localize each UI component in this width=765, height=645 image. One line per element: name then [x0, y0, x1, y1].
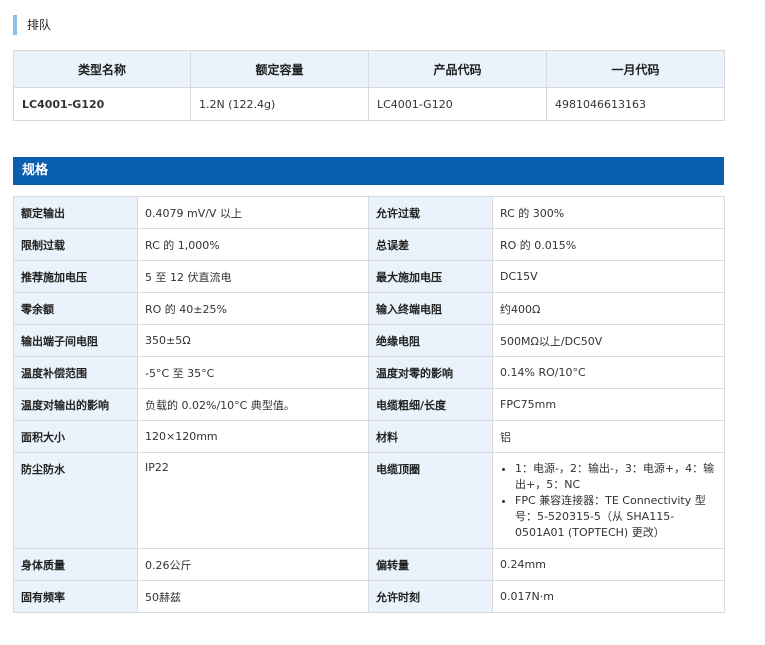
- spec-label: 电缆粗细/长度: [368, 388, 493, 421]
- spec-value: 负载的 0.02%/10°C 典型值。: [137, 388, 369, 421]
- spec-label: 温度对输出的影响: [13, 388, 138, 421]
- spec-value: 约400Ω: [492, 292, 725, 325]
- cable-wiring-list: 1：电源-，2：输出-，3：电源+，4：输出+，5：NC FPC 兼容连接器：T…: [500, 461, 717, 541]
- spec-label: 输出端子间电阻: [13, 324, 138, 357]
- spec-label: 最大施加电压: [368, 260, 493, 293]
- spec-value: 50赫兹: [137, 580, 369, 613]
- spec-label: 总误差: [368, 228, 493, 261]
- spec-value: DC15V: [492, 260, 725, 293]
- list-item: FPC 兼容连接器：TE Connectivity 型号：5-520315-5（…: [515, 493, 717, 541]
- spec-value: 0.4079 mV/V 以上: [137, 196, 369, 229]
- spec-label: 电缆顶圈: [368, 452, 493, 549]
- spec-row: 身体质量 0.26公斤 偏转量 0.24mm: [13, 548, 725, 581]
- spec-value: RC 的 1,000%: [137, 228, 369, 261]
- spec-value: 0.017N·m: [492, 580, 725, 613]
- spec-value: -5°C 至 35°C: [137, 356, 369, 389]
- spec-value: RC 的 300%: [492, 196, 725, 229]
- spec-value: 0.24mm: [492, 548, 725, 581]
- spec-value: 0.14% RO/10°C: [492, 356, 725, 389]
- col-header-rated-capacity: 额定容量: [190, 50, 369, 88]
- spec-label: 固有频率: [13, 580, 138, 613]
- spec-row: 限制过载 RC 的 1,000% 总误差 RO 的 0.015%: [13, 228, 725, 261]
- specs-header: 规格: [13, 157, 724, 185]
- spec-label: 零余额: [13, 292, 138, 325]
- spec-row: 防尘防水 IP22 电缆顶圈 1：电源-，2：输出-，3：电源+，4：输出+，5…: [13, 452, 725, 549]
- spec-label: 身体质量: [13, 548, 138, 581]
- spec-label: 允许时刻: [368, 580, 493, 613]
- spec-row: 固有频率 50赫兹 允许时刻 0.017N·m: [13, 580, 725, 613]
- specs-table: 额定输出 0.4079 mV/V 以上 允许过载 RC 的 300% 限制过载 …: [13, 196, 725, 613]
- cell-rated-capacity: 1.2N (122.4g): [190, 87, 369, 121]
- spec-value: IP22: [137, 452, 369, 549]
- spec-label: 额定输出: [13, 196, 138, 229]
- spec-value: RO 的 0.015%: [492, 228, 725, 261]
- cell-type-name: LC4001-G120: [13, 87, 191, 121]
- lineup-row: LC4001-G120 1.2N (122.4g) LC4001-G120 49…: [13, 87, 725, 121]
- spec-row: 零余额 RO 的 40±25% 输入终端电阻 约400Ω: [13, 292, 725, 325]
- spec-label: 输入终端电阻: [368, 292, 493, 325]
- spec-value: 5 至 12 伏直流电: [137, 260, 369, 293]
- lineup-table: 类型名称 额定容量 产品代码 一月代码 LC4001-G120 1.2N (12…: [13, 50, 725, 121]
- spec-value: RO 的 40±25%: [137, 292, 369, 325]
- col-header-jan-code: 一月代码: [546, 50, 725, 88]
- list-item: 1：电源-，2：输出-，3：电源+，4：输出+，5：NC: [515, 461, 717, 493]
- cell-jan-code: 4981046613163: [546, 87, 725, 121]
- spec-row: 温度补偿范围 -5°C 至 35°C 温度对零的影响 0.14% RO/10°C: [13, 356, 725, 389]
- spec-value: 120×120mm: [137, 420, 369, 453]
- spec-value: 500MΩ以上/DC50V: [492, 324, 725, 357]
- lineup-title: 排队: [13, 15, 51, 35]
- spec-label: 绝缘电阻: [368, 324, 493, 357]
- spec-label: 限制过载: [13, 228, 138, 261]
- spec-label: 温度补偿范围: [13, 356, 138, 389]
- lineup-header-row: 类型名称 额定容量 产品代码 一月代码: [13, 50, 725, 88]
- spec-label: 允许过载: [368, 196, 493, 229]
- col-header-product-code: 产品代码: [368, 50, 547, 88]
- spec-row: 输出端子间电阻 350±5Ω 绝缘电阻 500MΩ以上/DC50V: [13, 324, 725, 357]
- spec-value: 铝: [492, 420, 725, 453]
- spec-label: 面积大小: [13, 420, 138, 453]
- spec-value: 350±5Ω: [137, 324, 369, 357]
- spec-row: 推荐施加电压 5 至 12 伏直流电 最大施加电压 DC15V: [13, 260, 725, 293]
- col-header-type-name: 类型名称: [13, 50, 191, 88]
- spec-label: 推荐施加电压: [13, 260, 138, 293]
- spec-label: 材料: [368, 420, 493, 453]
- spec-value: 0.26公斤: [137, 548, 369, 581]
- spec-label: 温度对零的影响: [368, 356, 493, 389]
- spec-row: 面积大小 120×120mm 材料 铝: [13, 420, 725, 453]
- spec-row: 额定输出 0.4079 mV/V 以上 允许过载 RC 的 300%: [13, 196, 725, 229]
- spec-row: 温度对输出的影响 负载的 0.02%/10°C 典型值。 电缆粗细/长度 FPC…: [13, 388, 725, 421]
- spec-label: 偏转量: [368, 548, 493, 581]
- cable-wiring-value: 1：电源-，2：输出-，3：电源+，4：输出+，5：NC FPC 兼容连接器：T…: [492, 452, 725, 549]
- spec-value: FPC75mm: [492, 388, 725, 421]
- spec-label: 防尘防水: [13, 452, 138, 549]
- cell-product-code: LC4001-G120: [368, 87, 547, 121]
